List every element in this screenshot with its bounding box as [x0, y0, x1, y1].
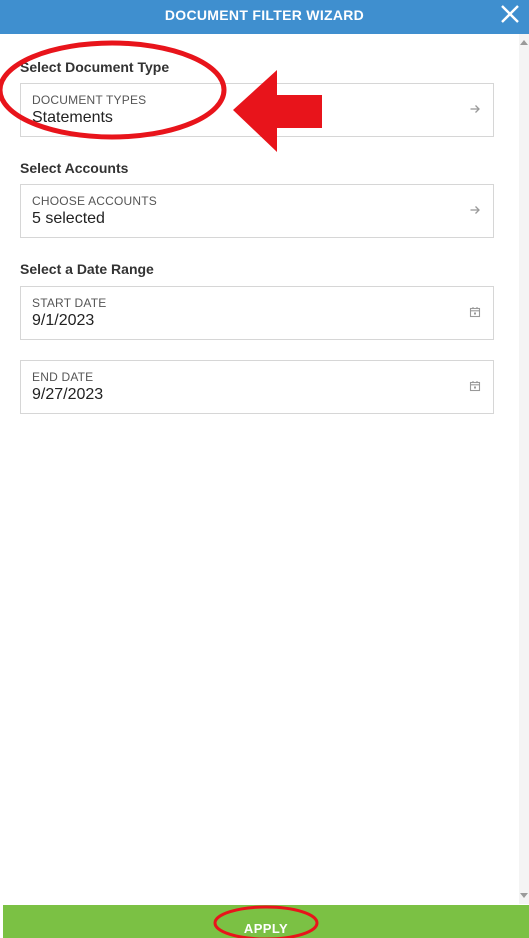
document-types-field[interactable]: DOCUMENT TYPES Statements	[20, 83, 494, 137]
choose-accounts-field[interactable]: CHOOSE ACCOUNTS 5 selected	[20, 184, 494, 238]
end-date-value: 9/27/2023	[32, 386, 104, 403]
apply-button[interactable]: APPLY	[3, 905, 529, 938]
wizard-header: DOCUMENT FILTER WIZARD	[0, 0, 529, 34]
end-date-label: END DATE	[32, 370, 94, 384]
calendar-icon[interactable]	[469, 306, 481, 318]
apply-button-label: APPLY	[243, 921, 289, 936]
wizard-title: DOCUMENT FILTER WIZARD	[164, 7, 365, 23]
end-date-field[interactable]: END DATE 9/27/2023	[20, 360, 494, 414]
choose-accounts-label: CHOOSE ACCOUNTS	[32, 194, 158, 208]
choose-accounts-value: 5 selected	[32, 210, 105, 227]
scrollbar[interactable]	[519, 34, 529, 904]
start-date-value: 9/1/2023	[32, 312, 95, 329]
document-types-label: DOCUMENT TYPES	[32, 93, 147, 107]
scroll-down-arrow-icon[interactable]	[520, 893, 528, 898]
arrow-right-icon	[470, 206, 480, 214]
start-date-field[interactable]: START DATE 9/1/2023	[20, 286, 494, 340]
start-date-label: START DATE	[32, 296, 107, 310]
date-range-heading: Select a Date Range	[20, 261, 154, 277]
annotation-overlay	[0, 40, 322, 938]
accounts-heading: Select Accounts	[20, 160, 129, 176]
document-types-value: Statements	[32, 109, 113, 126]
arrow-right-icon	[470, 105, 480, 113]
document-type-heading: Select Document Type	[20, 59, 170, 75]
close-icon[interactable]	[499, 3, 521, 25]
scroll-up-arrow-icon[interactable]	[520, 40, 528, 45]
calendar-icon[interactable]	[469, 380, 481, 392]
